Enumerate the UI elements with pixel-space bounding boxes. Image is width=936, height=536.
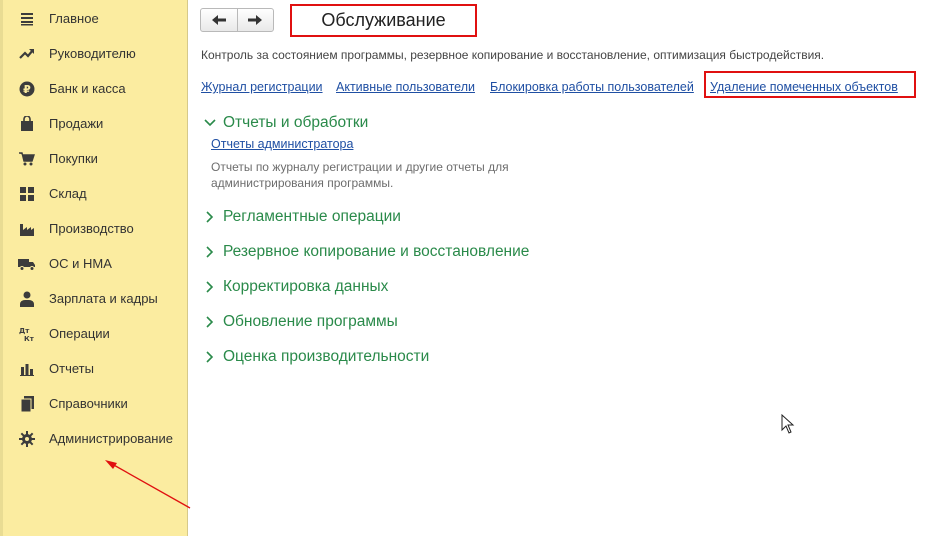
ruble-coin-icon: ₽ bbox=[18, 80, 36, 98]
arrow-right-icon bbox=[248, 15, 263, 25]
svg-text:Дт: Дт bbox=[19, 327, 30, 335]
chevron-right-icon bbox=[203, 280, 217, 294]
sidebar-item-label: ОС и НМА bbox=[49, 256, 112, 271]
section-title: Резервное копирование и восстановление bbox=[223, 243, 530, 260]
sidebar-item-label: Операции bbox=[49, 326, 110, 341]
sidebar-item-directories[interactable]: Справочники bbox=[0, 386, 188, 421]
sidebar-item-bank[interactable]: ₽ Банк и касса bbox=[0, 71, 188, 106]
sidebar-item-manager[interactable]: Руководителю bbox=[0, 36, 188, 71]
sidebar-item-main[interactable]: Главное bbox=[0, 1, 188, 36]
sidebar-item-production[interactable]: Производство bbox=[0, 211, 188, 246]
trend-up-icon bbox=[18, 45, 36, 63]
section-title: Обновление программы bbox=[223, 313, 398, 330]
forward-button[interactable] bbox=[236, 9, 273, 31]
sidebar-item-label: Руководителю bbox=[49, 46, 136, 61]
section-reports-processing[interactable]: Отчеты и обработки bbox=[203, 112, 368, 134]
arrow-left-icon bbox=[211, 15, 226, 25]
page-title-highlight: Обслуживание bbox=[290, 4, 477, 37]
section-title: Регламентные операции bbox=[223, 208, 401, 225]
history-nav bbox=[200, 8, 274, 32]
sidebar-item-label: Главное bbox=[49, 11, 99, 26]
sidebar-item-label: Отчеты bbox=[49, 361, 94, 376]
sidebar-item-purchases[interactable]: Покупки bbox=[0, 141, 188, 176]
person-icon bbox=[18, 290, 36, 308]
delete-marked-highlight bbox=[704, 71, 916, 98]
svg-text:₽: ₽ bbox=[23, 83, 31, 96]
sidebar-item-label: Склад bbox=[49, 186, 87, 201]
sidebar-item-label: Банк и касса bbox=[49, 81, 126, 96]
link-event-log[interactable]: Журнал регистрации bbox=[201, 80, 323, 94]
books-icon bbox=[18, 395, 36, 413]
section-title: Корректировка данных bbox=[223, 278, 389, 295]
section-data-correction[interactable]: Корректировка данных bbox=[203, 276, 388, 298]
section-routine-operations[interactable]: Регламентные операции bbox=[203, 206, 401, 228]
chevron-right-icon bbox=[203, 350, 217, 364]
main-panel: Обслуживание Контроль за состоянием прог… bbox=[189, 0, 936, 536]
chevron-right-icon bbox=[203, 210, 217, 224]
svg-text:Кт: Кт bbox=[24, 335, 35, 342]
dt-kt-icon: Дт Кт bbox=[18, 325, 36, 343]
sidebar: Главное Руководителю ₽ Банк и касса Прод… bbox=[0, 0, 188, 536]
sidebar-item-salary[interactable]: Зарплата и кадры bbox=[0, 281, 188, 316]
sidebar-item-label: Производство bbox=[49, 221, 134, 236]
section-performance[interactable]: Оценка производительности bbox=[203, 346, 429, 368]
sidebar-item-fixed-assets[interactable]: ОС и НМА bbox=[0, 246, 188, 281]
mouse-pointer-icon bbox=[781, 413, 795, 437]
factory-icon bbox=[18, 220, 36, 238]
sidebar-item-label: Справочники bbox=[49, 396, 128, 411]
back-button[interactable] bbox=[201, 9, 237, 31]
truck-icon bbox=[18, 255, 36, 273]
section-backup-restore[interactable]: Резервное копирование и восстановление bbox=[203, 241, 529, 263]
admin-reports-description: Отчеты по журналу регистрации и другие о… bbox=[211, 160, 509, 190]
shopping-cart-icon bbox=[18, 150, 36, 168]
section-title: Отчеты и обработки bbox=[223, 114, 369, 131]
sidebar-item-label: Администрирование bbox=[49, 431, 173, 446]
bar-chart-icon bbox=[18, 360, 36, 378]
sidebar-item-administration[interactable]: Администрирование bbox=[0, 421, 188, 456]
page-description: Контроль за состоянием программы, резерв… bbox=[201, 48, 825, 62]
chevron-down-icon bbox=[203, 116, 217, 130]
link-admin-reports[interactable]: Отчеты администратора bbox=[211, 137, 353, 151]
link-active-users[interactable]: Активные пользователи bbox=[336, 80, 475, 94]
menu-lines-icon bbox=[18, 10, 36, 28]
page-title: Обслуживание bbox=[321, 10, 446, 30]
sidebar-item-label: Зарплата и кадры bbox=[49, 291, 158, 306]
section-program-update[interactable]: Обновление программы bbox=[203, 311, 398, 333]
shopping-bag-icon bbox=[18, 115, 36, 133]
sidebar-item-reports[interactable]: Отчеты bbox=[0, 351, 188, 386]
section-title: Оценка производительности bbox=[223, 348, 430, 365]
chevron-right-icon bbox=[203, 245, 217, 259]
gear-icon bbox=[18, 430, 36, 448]
sidebar-item-label: Покупки bbox=[49, 151, 98, 166]
chevron-right-icon bbox=[203, 315, 217, 329]
warehouse-grid-icon bbox=[18, 185, 36, 203]
sidebar-item-label: Продажи bbox=[49, 116, 104, 131]
sidebar-item-warehouse[interactable]: Склад bbox=[0, 176, 188, 211]
sidebar-item-sales[interactable]: Продажи bbox=[0, 106, 188, 141]
link-block-users[interactable]: Блокировка работы пользователей bbox=[490, 80, 694, 94]
sidebar-item-operations[interactable]: Дт Кт Операции bbox=[0, 316, 188, 351]
